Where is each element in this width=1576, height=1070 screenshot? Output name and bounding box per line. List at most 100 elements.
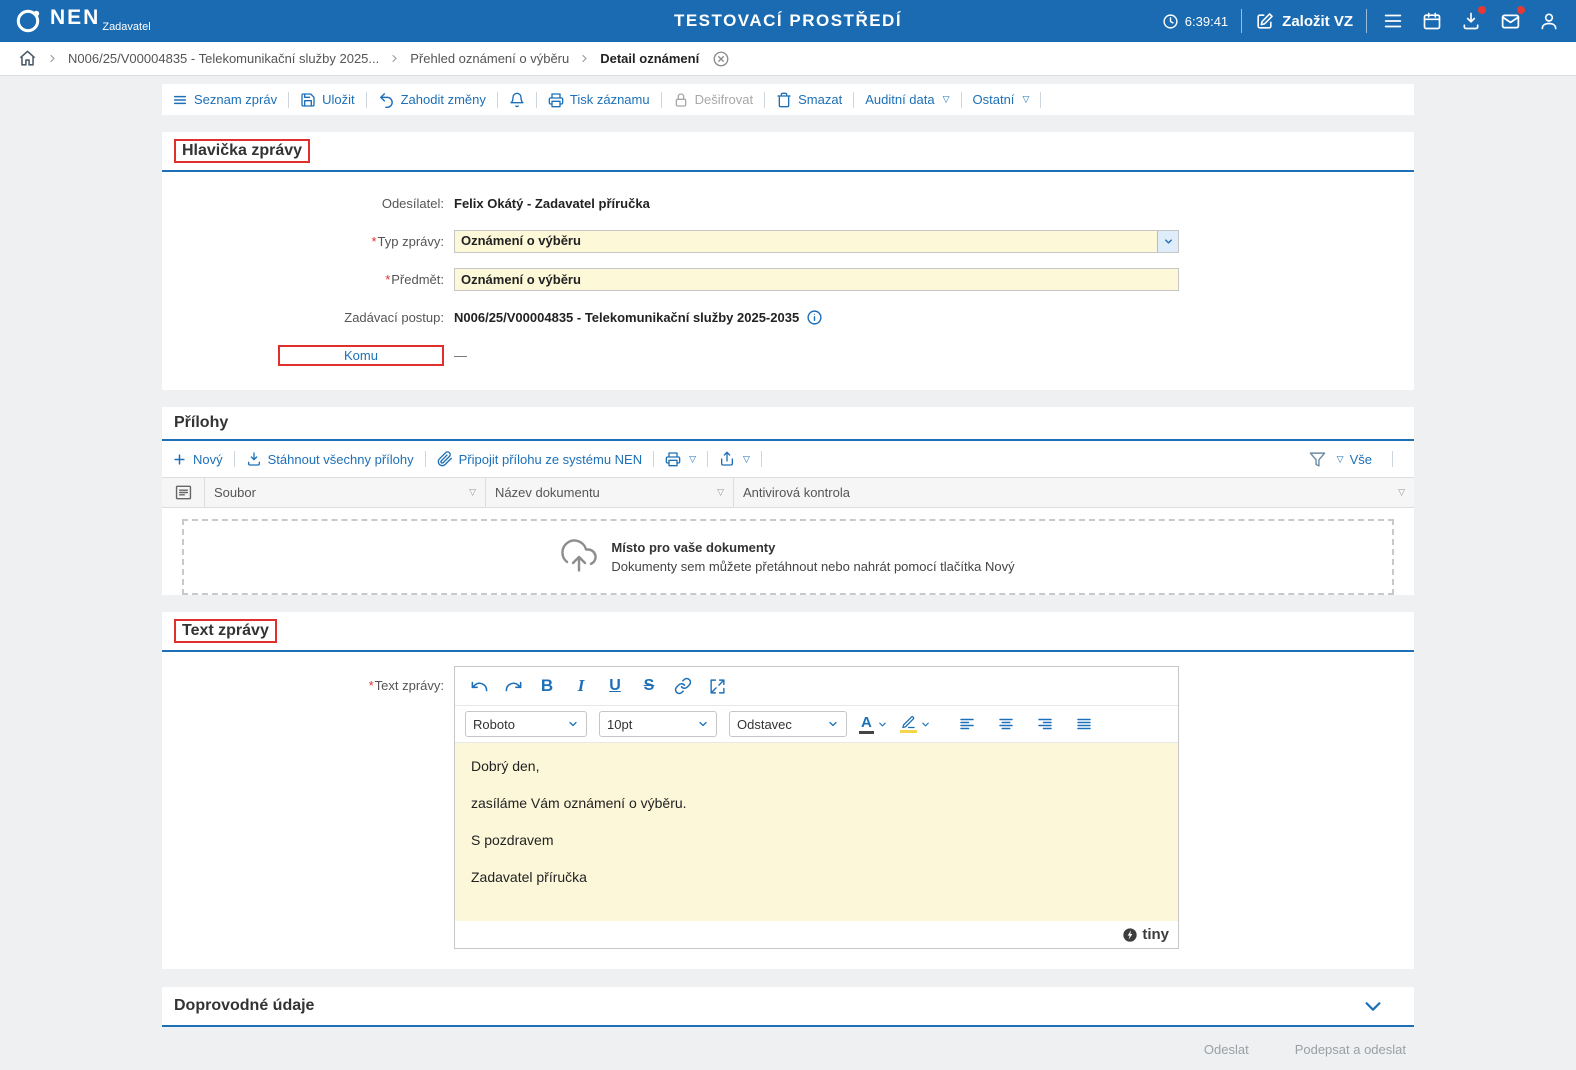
profile-button[interactable] (1536, 8, 1562, 34)
attachments-dropzone[interactable]: Místo pro vaše dokumenty Dokumenty sem m… (182, 519, 1394, 595)
breadcrumb-item-current: Detail oznámení (600, 51, 699, 66)
strikethrough-button[interactable]: S (635, 673, 663, 699)
sender-value: Felix Okátý - Zadavatel příručka (454, 196, 650, 211)
breadcrumb: N006/25/V00004835 - Telekomunikační služ… (0, 42, 1576, 76)
column-filter-icon[interactable]: ▽ (469, 488, 476, 497)
attach-from-nen-button[interactable]: Připojit přílohu ze systému NEN (437, 451, 643, 467)
divider (961, 92, 962, 108)
column-filter-icon[interactable]: ▽ (1398, 488, 1405, 497)
divider (288, 92, 289, 108)
insert-link-button[interactable] (669, 673, 697, 699)
message-type-label: *Typ zprávy: (162, 234, 454, 249)
select-dropdown-button[interactable] (1157, 231, 1178, 252)
divider (761, 451, 762, 467)
dropzone-text: Místo pro vaše dokumenty Dokumenty sem m… (611, 540, 1014, 574)
brand-name: NEN (50, 7, 100, 28)
editor-content[interactable]: Dobrý den, zasíláme Vám oznámení o výběr… (455, 743, 1178, 921)
divider (366, 92, 367, 108)
rich-text-editor: B I U S Roboto (454, 666, 1179, 949)
recipient-value: — (454, 348, 467, 363)
message-text-section: Text zprávy *Text zprávy: B I U S (162, 612, 1414, 969)
column-settings-icon (174, 484, 193, 501)
downloads-button[interactable] (1458, 8, 1484, 34)
new-attachment-button[interactable]: Nový (172, 452, 223, 467)
discard-changes-button[interactable]: Zahodit změny (378, 91, 486, 108)
fullscreen-icon (709, 678, 726, 695)
block-format-select[interactable]: Odstavec (729, 711, 847, 737)
column-header-soubor[interactable]: Soubor ▽ (205, 478, 486, 507)
chevron-down-icon (920, 719, 931, 730)
breadcrumb-item-overview[interactable]: Přehled oznámení o výběru (410, 51, 569, 66)
home-button[interactable] (18, 49, 37, 68)
other-actions-button[interactable]: Ostatní ▽ (973, 92, 1030, 107)
align-right-button[interactable] (1031, 711, 1059, 737)
editor-undo-button[interactable] (465, 673, 493, 699)
calendar-button[interactable] (1419, 8, 1445, 34)
filter-funnel-button[interactable] (1309, 451, 1326, 468)
messages-button[interactable] (1497, 8, 1523, 34)
recipient-label[interactable]: Komu (278, 345, 444, 366)
column-settings-button[interactable] (162, 478, 205, 507)
download-all-attachments-button[interactable]: Stáhnout všechny přílohy (246, 451, 414, 467)
bold-button[interactable]: B (533, 673, 561, 699)
dropdown-triangle-icon: ▽ (943, 95, 950, 104)
annotation-red-box: Hlavička zprávy (174, 139, 310, 163)
save-button[interactable]: Uložit (300, 92, 355, 108)
editor-redo-button[interactable] (499, 673, 527, 699)
underline-button[interactable]: U (601, 673, 629, 699)
cloud-upload-icon (561, 539, 597, 575)
message-type-value: Oznámení o výběru (455, 231, 1157, 252)
breadcrumb-item-procedure[interactable]: N006/25/V00004835 - Telekomunikační služ… (68, 51, 379, 66)
section-title: Doprovodné údaje (174, 997, 314, 1015)
italic-button[interactable]: I (567, 673, 595, 699)
message-type-select[interactable]: Oznámení o výběru (454, 230, 1179, 253)
highlight-color-button[interactable] (900, 715, 931, 733)
required-marker: * (371, 234, 376, 249)
tiny-branding[interactable]: tiny (1122, 926, 1169, 943)
align-center-button[interactable] (992, 711, 1020, 737)
text-color-button[interactable]: A (859, 714, 888, 734)
save-icon (300, 92, 316, 108)
edit-icon (1255, 12, 1274, 31)
sign-and-send-button[interactable]: Podepsat a odeslat (1295, 1042, 1406, 1057)
editor-paragraph: Dobrý den, (471, 758, 1162, 774)
dropzone-title: Místo pro vaše dokumenty (611, 540, 1014, 555)
create-vz-button[interactable]: Založit VZ (1255, 12, 1353, 31)
attachments-filter-controls: ▽ Vše (1309, 451, 1404, 468)
close-tab-button[interactable] (712, 50, 730, 68)
additional-data-section[interactable]: Doprovodné údaje (162, 987, 1414, 1027)
column-header-nazev-dokumentu[interactable]: Název dokumentu ▽ (486, 478, 734, 507)
print-options-button[interactable]: ▽ (665, 451, 696, 467)
home-icon (18, 49, 37, 68)
notify-button[interactable] (509, 92, 525, 108)
subject-row: *Předmět: (162, 260, 1414, 298)
align-left-button[interactable] (953, 711, 981, 737)
print-record-button[interactable]: Tisk záznamu (548, 92, 650, 108)
info-icon[interactable] (806, 309, 823, 326)
column-header-antivirova-kontrola[interactable]: Antivirová kontrola ▽ (734, 478, 1414, 507)
decrypt-button[interactable]: Dešifrovat (673, 92, 754, 108)
fullscreen-button[interactable] (703, 673, 731, 699)
recipient-row: Komu — (162, 336, 1414, 374)
subject-input[interactable] (454, 268, 1179, 291)
column-filter-icon[interactable]: ▽ (717, 488, 724, 497)
undo-icon (470, 677, 489, 696)
brand-subtitle: Zadavatel (102, 22, 150, 33)
required-marker: * (385, 272, 390, 287)
font-size-select[interactable]: 10pt (599, 711, 717, 737)
dropdown-triangle-icon: ▽ (1022, 95, 1029, 104)
expand-chevron-icon[interactable] (1362, 995, 1384, 1017)
undo-icon (378, 91, 395, 108)
font-family-select[interactable]: Roboto (465, 711, 587, 737)
message-list-button[interactable]: Seznam zpráv (172, 92, 277, 108)
procedure-label: Zadávací postup: (162, 310, 454, 325)
send-button[interactable]: Odeslat (1204, 1042, 1249, 1057)
align-justify-button[interactable] (1070, 711, 1098, 737)
filter-preset-select[interactable]: ▽ Vše (1335, 452, 1372, 467)
export-button[interactable]: ▽ (719, 451, 750, 467)
nen-brand[interactable]: NEN Zadavatel (14, 7, 151, 35)
main-menu-button[interactable] (1380, 8, 1406, 34)
delete-button[interactable]: Smazat (776, 92, 842, 108)
audit-data-button[interactable]: Auditní data ▽ (865, 92, 949, 107)
editor-paragraph: Zadavatel příručka (471, 869, 1162, 885)
